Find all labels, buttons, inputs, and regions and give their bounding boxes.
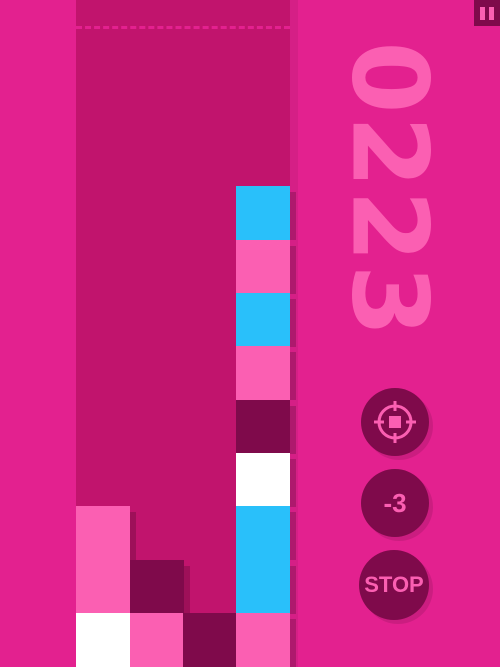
pause-icon-bar	[489, 6, 494, 20]
pause-icon	[480, 6, 485, 20]
block-pink	[76, 506, 136, 560]
block-cyan	[236, 293, 296, 347]
block-dark	[130, 560, 190, 614]
score-value: 0223	[329, 41, 452, 339]
pause-button[interactable]	[474, 0, 500, 26]
minus-three-button[interactable]: -3	[361, 469, 429, 537]
block-pink	[236, 240, 296, 294]
block-pink	[236, 346, 296, 400]
block-cyan	[236, 186, 296, 240]
block-pink	[76, 560, 136, 614]
block-dark	[183, 613, 243, 667]
stop-button[interactable]: STOP	[359, 550, 429, 620]
target-button[interactable]	[361, 388, 429, 456]
block-white	[236, 453, 296, 507]
block-cyan	[236, 560, 296, 614]
crosshair-icon	[374, 401, 416, 443]
block-white	[76, 613, 136, 667]
minus-three-label: -3	[383, 487, 407, 518]
danger-line	[76, 26, 290, 29]
block-dark	[236, 400, 296, 454]
score-display: 0223	[315, 40, 465, 340]
block-pink	[236, 613, 296, 667]
stop-label: STOP	[364, 572, 424, 597]
block-cyan	[236, 506, 296, 560]
block-pink	[130, 613, 190, 667]
